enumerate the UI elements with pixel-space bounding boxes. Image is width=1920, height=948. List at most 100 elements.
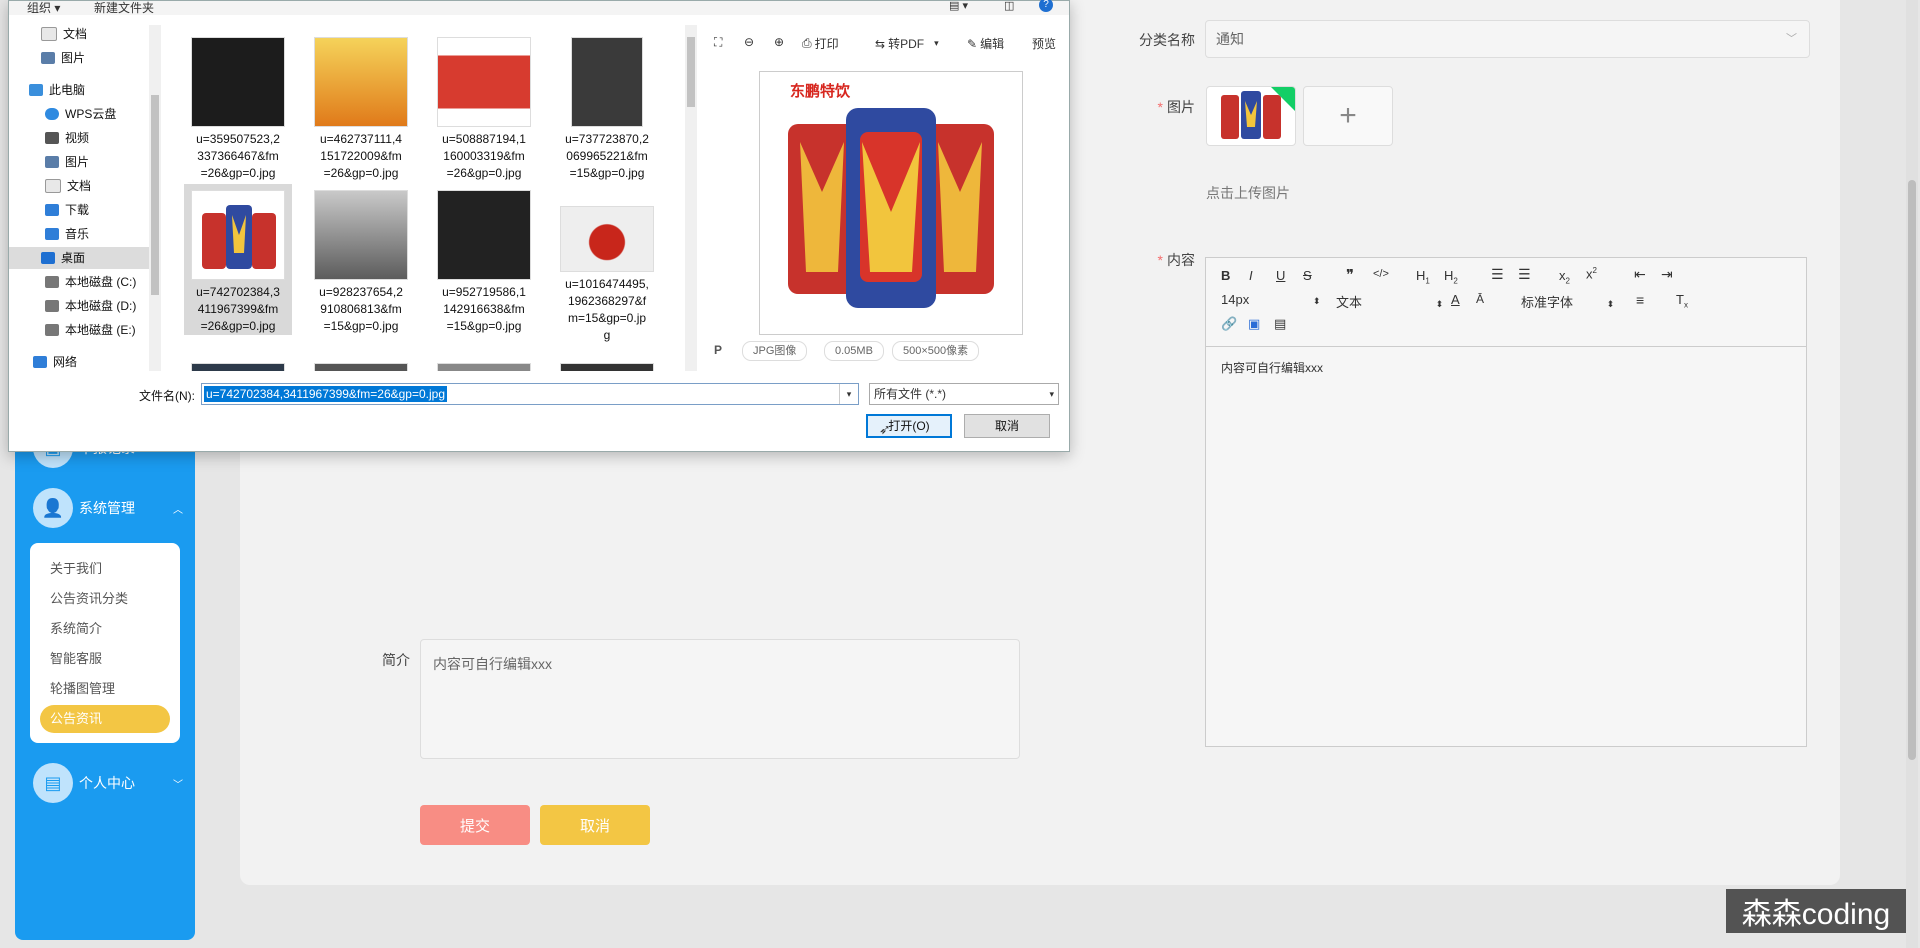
sidebar-item-personal-center[interactable]: ▤ 个人中心 ﹀: [33, 763, 183, 803]
underline-button[interactable]: U: [1276, 268, 1285, 283]
file-thumbnail: [560, 363, 654, 371]
submenu-item-news[interactable]: 公告资讯: [40, 705, 170, 733]
help-icon[interactable]: ?: [1039, 0, 1053, 12]
bullet-list-button[interactable]: ☰: [1518, 266, 1531, 283]
uploaded-image-thumbnail[interactable]: [1206, 86, 1296, 146]
page-scrollbar-thumb[interactable]: [1908, 180, 1916, 760]
link-icon[interactable]: 🔗: [1221, 316, 1237, 332]
file-item-5-selected[interactable]: u=742702384,3 411967399&fm =26&gp=0.jpg: [184, 184, 292, 335]
tree-item-drive-d[interactable]: 本地磁盘 (D:): [45, 295, 136, 317]
ordered-list-button[interactable]: ☰: [1491, 266, 1504, 283]
subscript-button[interactable]: x2: [1559, 268, 1570, 286]
print-button[interactable]: ⎙ 打印: [802, 35, 839, 52]
cancel-button[interactable]: 取消: [540, 805, 650, 845]
paragraph-style-select[interactable]: 文本 ⬍: [1336, 292, 1443, 311]
file-item-11[interactable]: [430, 357, 538, 371]
file-item-7[interactable]: u=952719586,1 142916638&fm =15&gp=0.jpg: [430, 184, 538, 335]
font-size-select[interactable]: 14px ⬍: [1221, 292, 1320, 307]
clear-format-button[interactable]: Tx: [1676, 292, 1688, 310]
editor-content[interactable]: 内容可自行编辑xxx: [1206, 347, 1806, 388]
submenu-item-news-category[interactable]: 公告资讯分类: [40, 585, 170, 613]
code-button[interactable]: </>: [1373, 268, 1389, 280]
category-select[interactable]: 通知 ﹀: [1205, 20, 1810, 58]
tree-item-documents[interactable]: 文档: [41, 23, 87, 45]
intro-textarea[interactable]: 内容可自行编辑xxx: [420, 639, 1020, 759]
preview-pane-icon[interactable]: ◫: [1004, 0, 1014, 12]
submenu-item-smart-service[interactable]: 智能客服: [40, 645, 170, 673]
file-name-line: 069965221&fm: [566, 149, 648, 163]
submit-button[interactable]: 提交: [420, 805, 530, 845]
view-options-icon[interactable]: ▤ ▾: [949, 0, 968, 12]
h1-button[interactable]: H1: [1416, 268, 1430, 286]
file-item-2[interactable]: u=462737111,4 151722009&fm =26&gp=0.jpg: [307, 31, 415, 182]
sidebar-item-system-management[interactable]: 👤 系统管理 ︿: [33, 488, 183, 528]
tree-item-drive-c[interactable]: 本地磁盘 (C:): [45, 271, 136, 293]
file-item-4[interactable]: u=737723870,2 069965221&fm =15&gp=0.jpg: [553, 31, 661, 182]
blockquote-button[interactable]: ❞: [1346, 266, 1354, 284]
tree-item-videos[interactable]: 视频: [45, 127, 89, 149]
tree-item-network[interactable]: 网络: [33, 351, 77, 373]
intro-label: 简介: [382, 652, 410, 668]
submenu-item-carousel[interactable]: 轮播图管理: [40, 675, 170, 703]
new-folder-button[interactable]: 新建文件夹: [94, 0, 154, 16]
tree-item-downloads[interactable]: 下载: [45, 199, 89, 221]
tree-scrollbar[interactable]: [149, 25, 161, 371]
filename-input[interactable]: u=742702384,3411967399&fm=26&gp=0.jpg ▾: [201, 383, 859, 405]
file-name-line: u=737723870,2: [565, 132, 649, 146]
align-button[interactable]: ≡: [1636, 292, 1644, 308]
page-scrollbar[interactable]: [1906, 0, 1918, 948]
to-pdf-button[interactable]: ⇆ 转PDF ▾: [875, 35, 939, 52]
file-item-3[interactable]: u=508887194,1 160003319&fm =26&gp=0.jpg: [430, 31, 538, 182]
network-icon: [33, 356, 47, 368]
tree-item-pictures-2[interactable]: 图片: [45, 151, 89, 173]
tree-item-pictures[interactable]: 图片: [41, 47, 85, 69]
zoom-out-icon[interactable]: ⊖: [744, 35, 754, 49]
tree-item-label: 桌面: [61, 251, 86, 265]
tree-item-wps-cloud[interactable]: WPS云盘: [45, 103, 116, 125]
tree-scrollbar-thumb[interactable]: [151, 95, 159, 295]
image-icon[interactable]: ▣: [1248, 316, 1260, 332]
upload-image-button[interactable]: +: [1303, 86, 1393, 146]
file-item-6[interactable]: u=928237654,2 910806813&fm =15&gp=0.jpg: [307, 184, 415, 335]
video-icon[interactable]: ▤: [1274, 316, 1286, 332]
tree-item-desktop[interactable]: 桌面: [9, 247, 156, 269]
file-item-8[interactable]: u=1016474495, 1962368297&f m=15&gp=0.jp …: [553, 184, 661, 344]
tree-item-label: WPS云盘: [65, 107, 117, 121]
submenu-item-system-intro[interactable]: 系统简介: [40, 615, 170, 643]
file-item-12[interactable]: [553, 357, 661, 371]
tree-item-label: 下载: [65, 203, 90, 217]
file-grid-scrollbar-thumb[interactable]: [687, 37, 695, 107]
italic-button[interactable]: I: [1249, 268, 1253, 283]
picture-icon: [41, 52, 55, 64]
chevron-down-icon: ﹀: [173, 779, 183, 791]
tree-item-music[interactable]: 音乐: [45, 223, 89, 245]
preview-image: 东鹏特饮: [759, 71, 1023, 335]
fit-screen-icon[interactable]: ⛶: [714, 35, 722, 50]
indent-button[interactable]: ⇥: [1661, 266, 1673, 283]
file-item-1[interactable]: u=359507523,2 337366467&fm =26&gp=0.jpg: [184, 31, 292, 182]
submenu-item-about[interactable]: 关于我们: [40, 555, 170, 583]
edit-button[interactable]: ✎ 编辑: [967, 35, 1004, 52]
tree-item-this-pc[interactable]: 此电脑: [29, 79, 85, 101]
tree-item-documents-2[interactable]: 文档: [45, 175, 91, 197]
zoom-in-icon[interactable]: ⊕: [774, 35, 784, 49]
outdent-button[interactable]: ⇤: [1634, 266, 1646, 283]
font-family-select[interactable]: 标准字体 ⬍: [1521, 292, 1614, 311]
background-color-button[interactable]: Ā: [1476, 292, 1484, 306]
tree-item-drive-e[interactable]: 本地磁盘 (E:): [45, 319, 136, 341]
file-item-10[interactable]: [307, 357, 415, 371]
organize-menu[interactable]: 组织 ▾: [27, 0, 60, 16]
strike-button[interactable]: S: [1303, 268, 1312, 283]
filetype-select[interactable]: 所有文件 (*.*) ▾: [869, 383, 1059, 405]
mouse-cursor-icon: ➶: [879, 421, 891, 437]
h2-button[interactable]: H2: [1444, 268, 1458, 286]
bold-button[interactable]: B: [1221, 268, 1230, 283]
font-color-button[interactable]: A: [1451, 292, 1460, 307]
file-name-line: 1962368297&f: [567, 294, 647, 308]
dialog-cancel-button[interactable]: 取消: [964, 414, 1050, 438]
file-grid-scrollbar[interactable]: [685, 25, 697, 371]
chevron-down-icon[interactable]: ▾: [839, 384, 858, 404]
preview-button[interactable]: 预览: [1032, 35, 1056, 52]
superscript-button[interactable]: x2: [1586, 266, 1597, 281]
file-item-9[interactable]: [184, 357, 292, 371]
